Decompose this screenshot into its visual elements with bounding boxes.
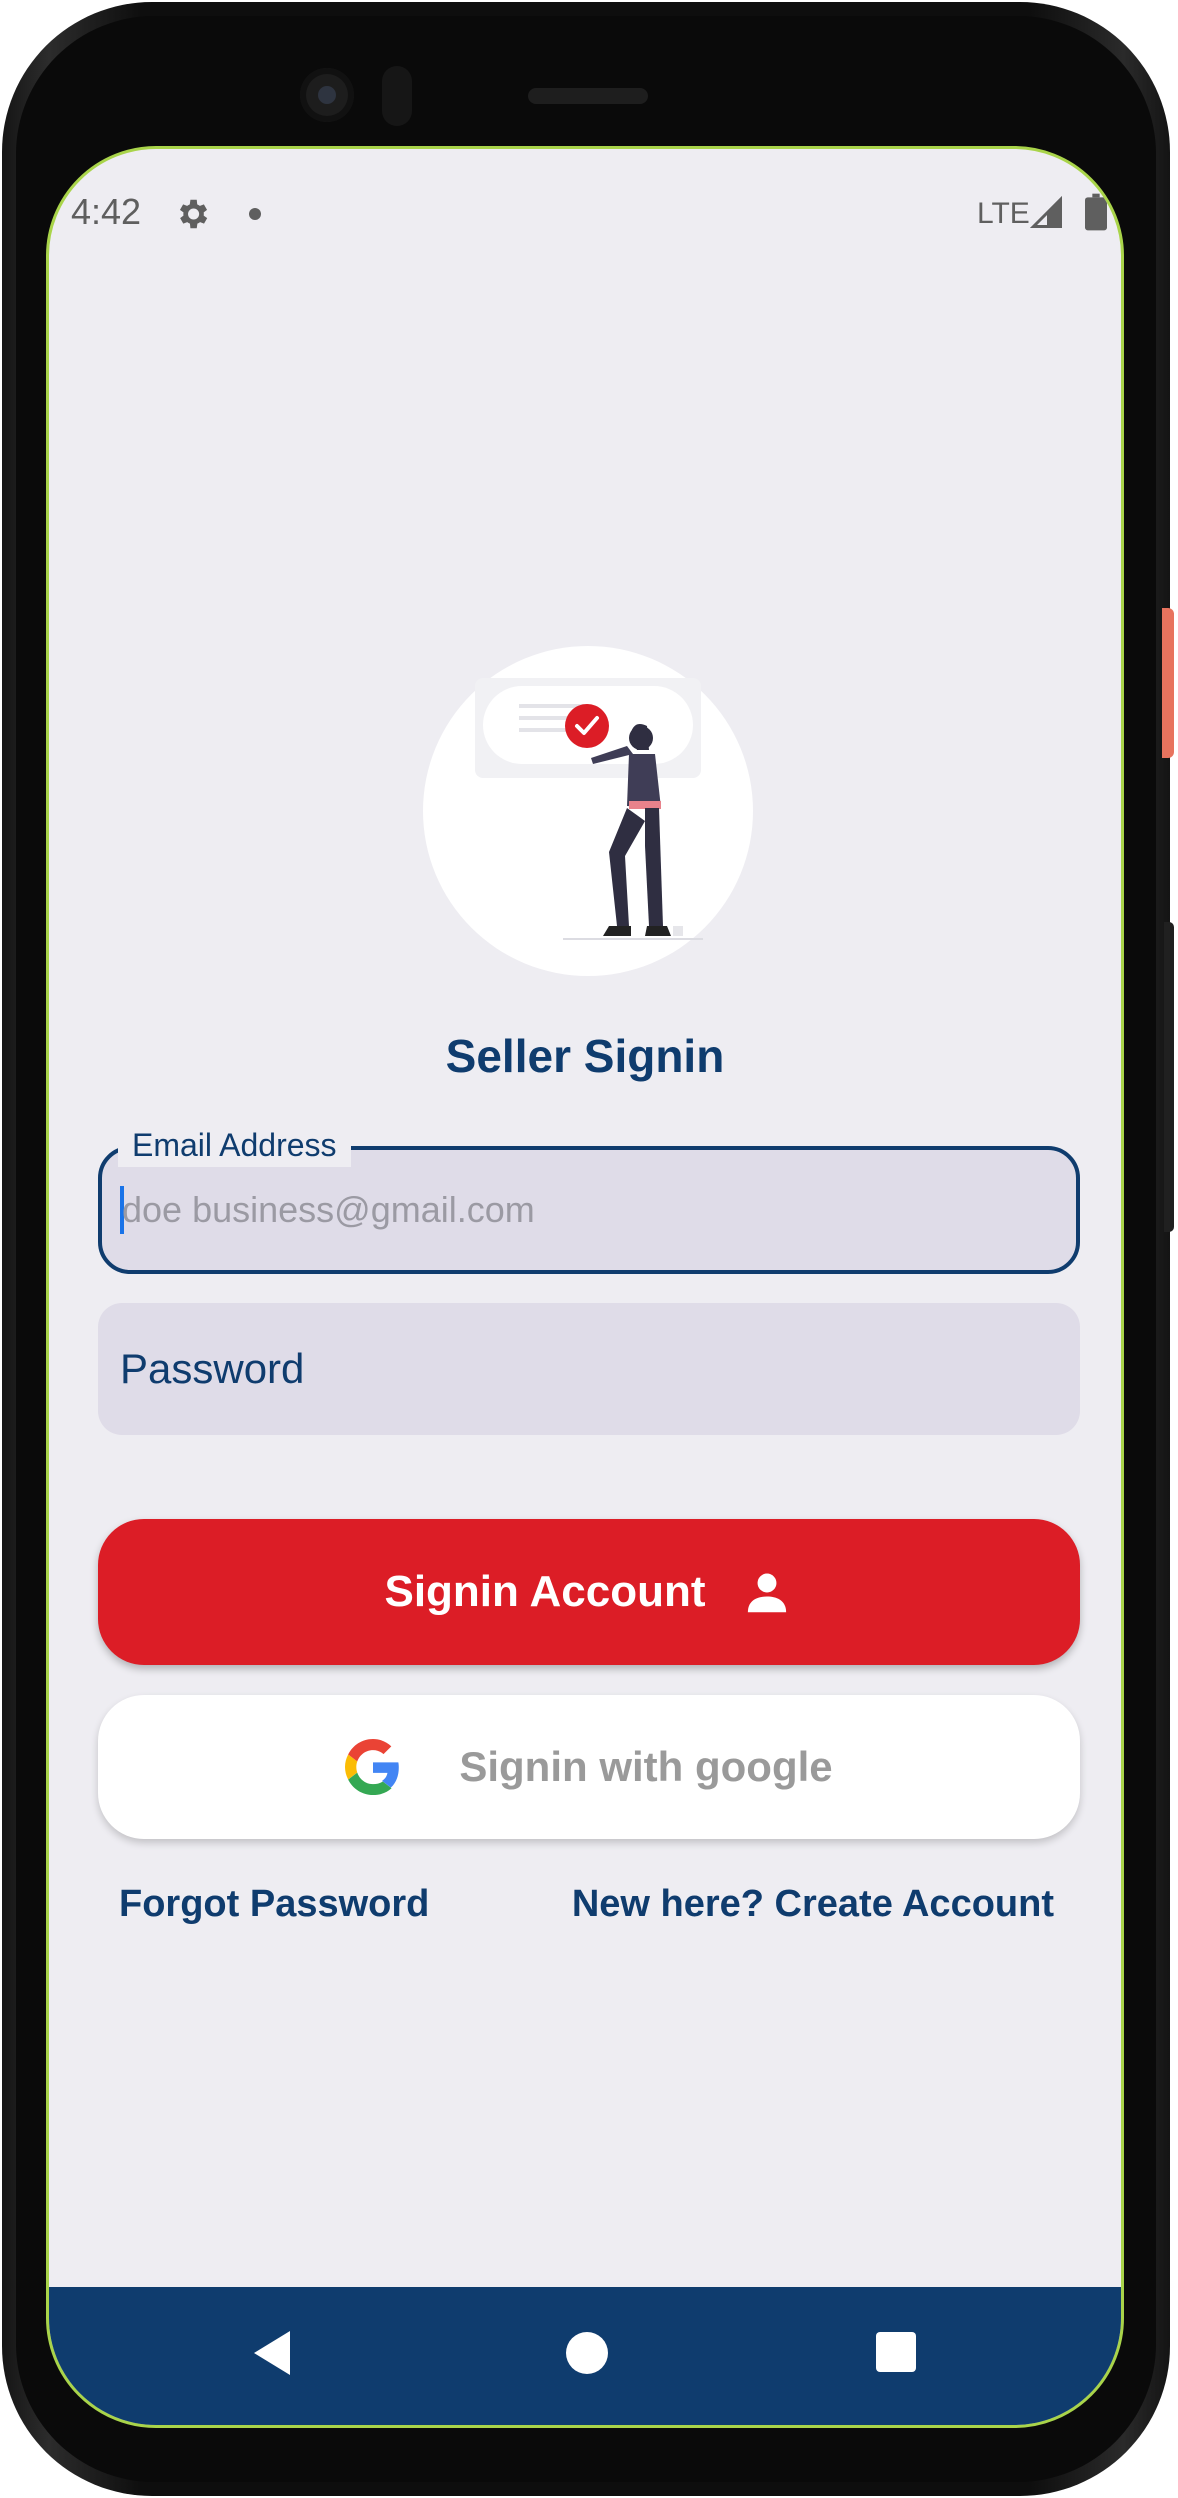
signin-account-button[interactable]: Signin Account <box>98 1519 1080 1665</box>
earpiece-speaker <box>528 88 648 104</box>
password-field[interactable] <box>98 1303 1080 1435</box>
forgot-password-link[interactable]: Forgot Password <box>119 1883 429 1926</box>
gear-icon <box>179 199 208 229</box>
signin-with-google-button[interactable]: Signin with google <box>98 1695 1080 1839</box>
create-account-link[interactable]: New here? Create Account <box>572 1883 1054 1926</box>
network-type: LTE <box>977 197 1030 230</box>
signin-button-label: Signin Account <box>384 1567 706 1616</box>
app-screen: 4:42 LTE Seller Signin doe business@gmai… <box>46 146 1124 2428</box>
verification-illustration <box>475 678 703 940</box>
home-icon[interactable] <box>566 2332 608 2374</box>
password-input[interactable] <box>120 1337 1020 1401</box>
front-camera <box>300 68 354 122</box>
volume-button <box>1164 922 1174 1232</box>
battery-icon <box>1085 193 1107 231</box>
notification-dot-icon <box>249 208 261 220</box>
page-title: Seller Signin <box>445 1030 725 1082</box>
status-time: 4:42 <box>71 191 142 232</box>
proximity-sensor <box>382 66 412 126</box>
person-icon <box>747 1573 786 1613</box>
back-icon[interactable] <box>252 2329 292 2377</box>
google-button-label: Signin with google <box>459 1743 833 1790</box>
status-bar: 4:42 LTE <box>49 149 1121 285</box>
power-button <box>1162 608 1174 758</box>
hero-illustration <box>423 646 753 976</box>
email-input[interactable] <box>122 1180 1022 1240</box>
email-label: Email Address <box>118 1123 351 1167</box>
recents-icon[interactable] <box>876 2332 916 2372</box>
google-icon <box>345 1739 400 1795</box>
signal-icon <box>1029 195 1062 228</box>
navigation-bar <box>49 2287 1121 2425</box>
